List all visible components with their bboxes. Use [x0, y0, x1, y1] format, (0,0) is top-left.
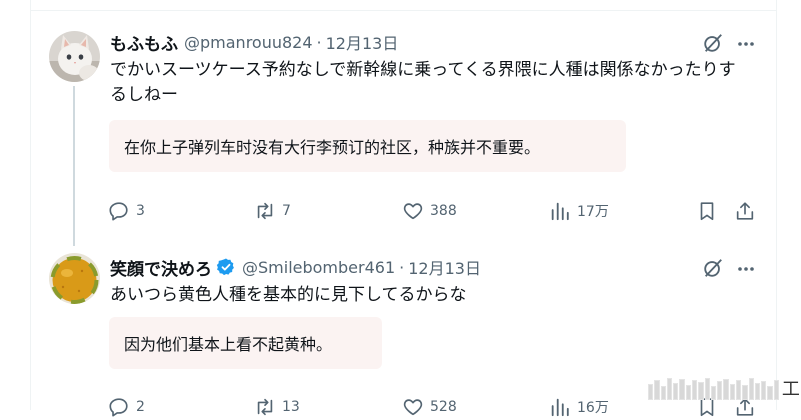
- retweet-count: 7: [282, 203, 291, 219]
- tweet-text: あいつら黄色人種を基本的に見下してるからな: [110, 285, 467, 305]
- separator-dot: ·: [316, 32, 322, 52]
- reply-count: 2: [136, 399, 145, 415]
- reply-button[interactable]: 2: [108, 396, 145, 418]
- reply-icon: [109, 202, 128, 221]
- bookmark-button[interactable]: [696, 200, 718, 222]
- translation-text: 因为他们基本上看不起黄种。: [124, 335, 333, 354]
- views-count: 17万: [577, 204, 609, 220]
- avatar[interactable]: [49, 253, 100, 304]
- retweet-count: 13: [282, 399, 300, 415]
- like-button[interactable]: 388: [402, 200, 457, 222]
- like-button[interactable]: 528: [402, 396, 457, 418]
- tweet-header: もふもふ @pmanrouu824 · 12月13日: [110, 30, 399, 55]
- user-handle[interactable]: @Smilebomber461: [242, 258, 395, 277]
- kitten-avatar-icon: [49, 31, 100, 82]
- timestamp[interactable]: 12月13日: [408, 255, 481, 279]
- views-chart-icon: [551, 202, 569, 221]
- views-chart-icon: [551, 398, 569, 417]
- retweet-icon: [257, 398, 273, 416]
- thread-connector: [73, 86, 75, 246]
- avatar[interactable]: [49, 31, 100, 82]
- action-bar: 3 7 388 17万: [108, 200, 758, 224]
- display-name[interactable]: もふもふ: [110, 30, 178, 55]
- bookmark-icon: [700, 202, 714, 221]
- watermark: 工: [648, 378, 800, 400]
- timestamp[interactable]: 12月13日: [326, 30, 399, 54]
- grok-icon[interactable]: [702, 257, 724, 279]
- like-count: 388: [430, 203, 457, 219]
- retweet-icon: [257, 202, 273, 220]
- top-divider: [30, 10, 777, 11]
- translation-box: 在你上子弹列车时没有大行李预订的社区，种族并不重要。: [109, 120, 626, 172]
- reply-count: 3: [136, 203, 145, 219]
- reply-icon: [109, 398, 128, 417]
- more-options-icon[interactable]: [736, 34, 756, 54]
- user-handle[interactable]: @pmanrouu824: [184, 33, 313, 52]
- heart-icon: [403, 399, 423, 416]
- retweet-button[interactable]: 7: [254, 200, 291, 222]
- more-options-icon[interactable]: [736, 259, 756, 279]
- grok-icon[interactable]: [702, 32, 724, 54]
- translation-box: 因为他们基本上看不起黄种。: [109, 317, 382, 369]
- orange-avatar-icon: [49, 253, 100, 304]
- tweet-text: でかいスーツケース予約なしで新幹線に乗ってくる界隈に人種は関係なかったりするしね…: [110, 60, 736, 105]
- share-button[interactable]: [734, 200, 756, 222]
- tweet[interactable]: もふもふ @pmanrouu824 · 12月13日 でかいスーツケース予約なし…: [30, 20, 776, 246]
- separator-dot: ·: [399, 257, 405, 277]
- tweet-header: 笑顔で決めろ @Smilebomber461 · 12月13日: [110, 255, 481, 280]
- reply-button[interactable]: 3: [108, 200, 145, 222]
- watermark-label: 工: [781, 379, 800, 400]
- display-name[interactable]: 笑顔で決めろ: [110, 255, 212, 280]
- timeline-right-border: [776, 0, 777, 410]
- verified-badge-icon: [216, 257, 236, 277]
- share-icon: [736, 202, 754, 220]
- views-count: 16万: [577, 400, 609, 416]
- translation-text: 在你上子弹列车时没有大行李预订的社区，种族并不重要。: [124, 138, 541, 157]
- views-button[interactable]: 17万: [549, 200, 609, 222]
- heart-icon: [403, 203, 423, 220]
- like-count: 528: [430, 399, 457, 415]
- retweet-button[interactable]: 13: [254, 396, 300, 418]
- views-button[interactable]: 16万: [549, 396, 609, 418]
